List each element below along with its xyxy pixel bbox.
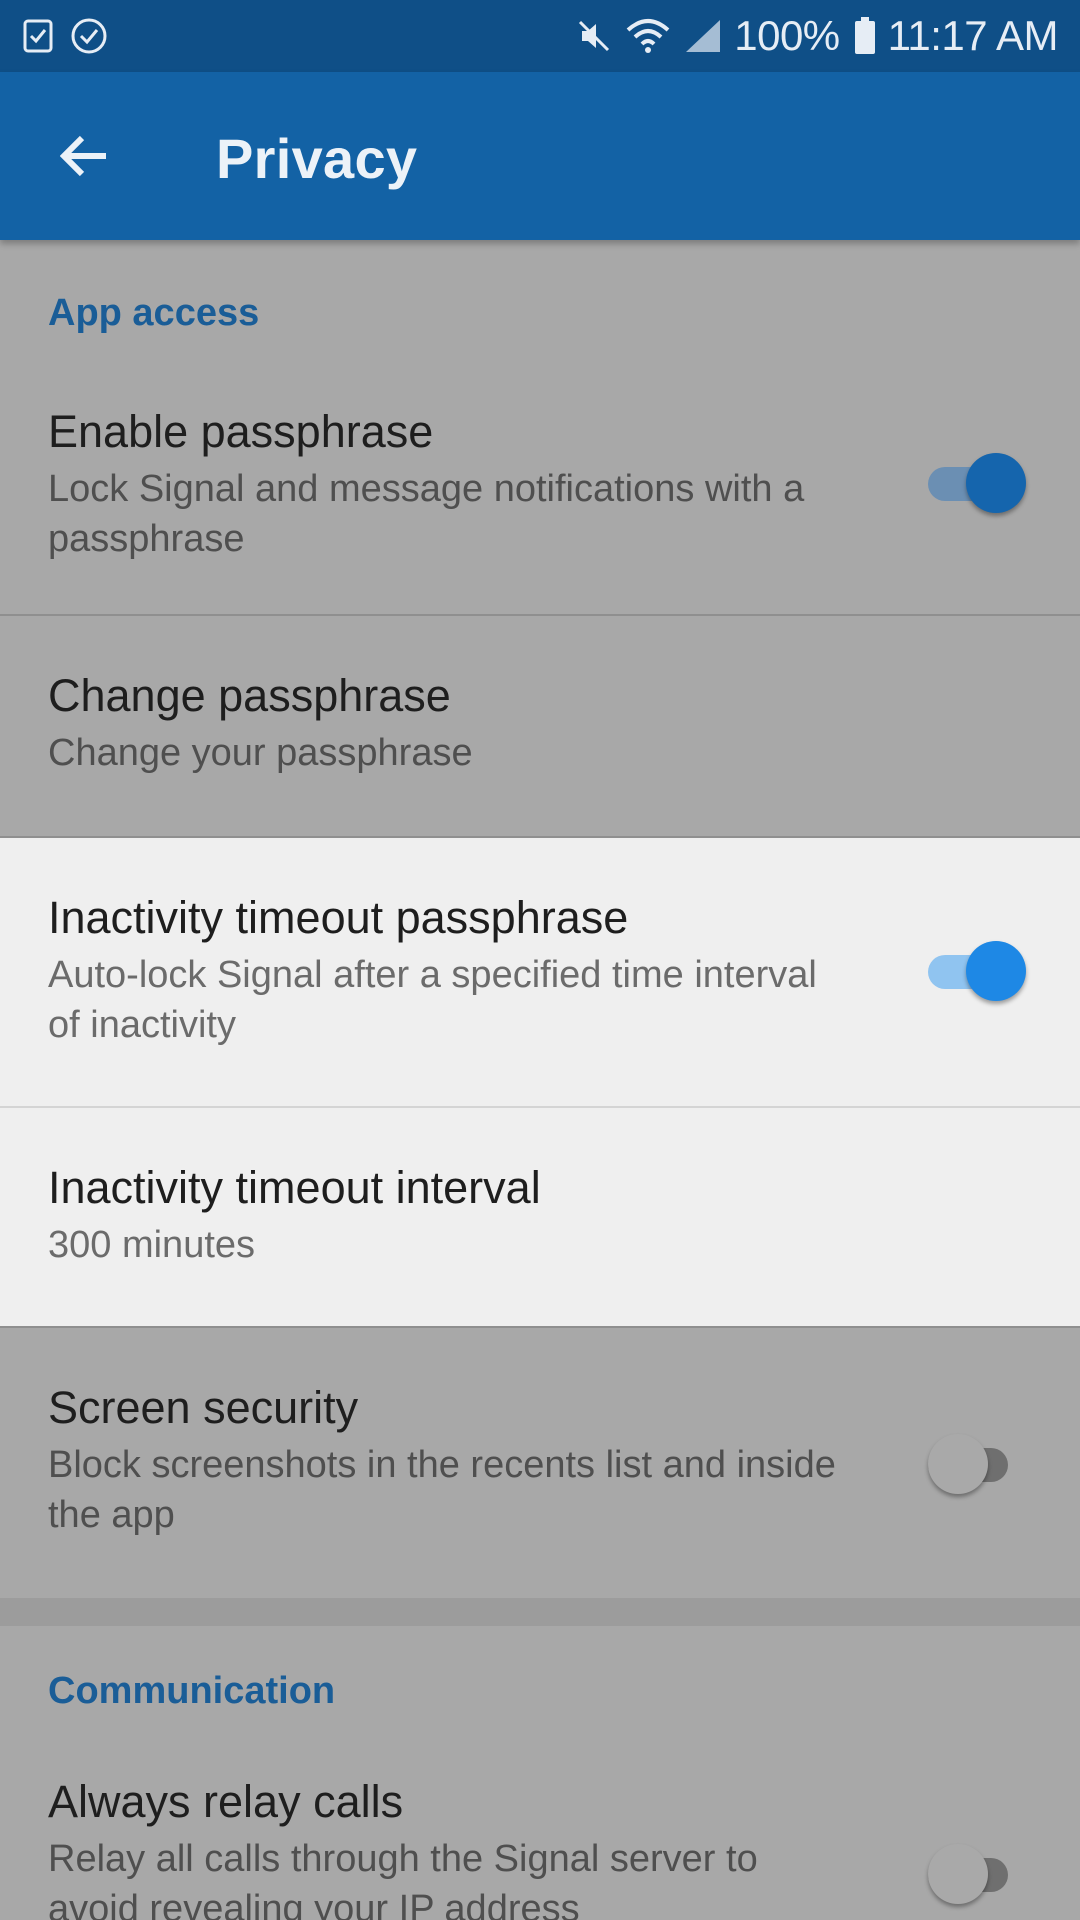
battery-icon xyxy=(854,17,875,54)
toggle-thumb xyxy=(928,1844,988,1904)
status-bar-left xyxy=(22,17,124,55)
settings-list: App access Enable passphrase Lock Signal… xyxy=(0,240,1080,1920)
setting-inactivity-timeout-passphrase[interactable]: Inactivity timeout passphrase Auto-lock … xyxy=(0,838,1080,1106)
setting-screen-security[interactable]: Screen security Block screenshots in the… xyxy=(0,1328,1080,1598)
setting-title: Change passphrase xyxy=(48,670,451,721)
setting-title: Always relay calls xyxy=(48,1776,404,1827)
setting-summary: Block screenshots in the recents list an… xyxy=(48,1444,836,1536)
checklist-icon xyxy=(23,19,53,53)
wifi-icon xyxy=(626,19,670,53)
toggle-thumb xyxy=(928,1434,988,1494)
section-header-communication: Communication xyxy=(48,1670,336,1712)
check-circle-icon xyxy=(71,18,107,54)
toggle-thumb xyxy=(966,453,1026,513)
back-button[interactable] xyxy=(52,124,116,188)
inactivity-timeout-passphrase-toggle[interactable] xyxy=(928,941,1026,1001)
setting-title: Inactivity timeout passphrase xyxy=(48,892,629,943)
setting-inactivity-timeout-interval[interactable]: Inactivity timeout interval 300 minutes xyxy=(0,1108,1080,1326)
setting-title: Screen security xyxy=(48,1382,359,1433)
app-bar: Privacy xyxy=(0,72,1080,240)
section-divider xyxy=(0,1598,1080,1626)
setting-summary: Relay all calls through the Signal serve… xyxy=(48,1838,758,1920)
status-bar-right: 100% 11:17 AM xyxy=(562,12,1059,60)
section-header-app-access: App access xyxy=(48,292,260,334)
arrow-back-icon xyxy=(60,135,106,177)
signal-icon xyxy=(686,20,721,52)
setting-summary: Auto-lock Signal after a specified time … xyxy=(48,954,817,1046)
always-relay-calls-toggle[interactable] xyxy=(928,1844,1024,1904)
setting-title: Inactivity timeout interval xyxy=(48,1162,541,1213)
setting-summary: Change your passphrase xyxy=(48,732,473,774)
setting-change-passphrase[interactable]: Change passphrase Change your passphrase xyxy=(0,616,1080,836)
setting-always-relay-calls[interactable]: Always relay calls Relay all calls throu… xyxy=(0,1766,1080,1920)
setting-summary: Lock Signal and message notifications wi… xyxy=(48,468,805,560)
mute-icon xyxy=(579,20,610,52)
setting-summary: 300 minutes xyxy=(48,1224,256,1266)
setting-enable-passphrase[interactable]: Enable passphrase Lock Signal and messag… xyxy=(0,400,1080,614)
screen-security-toggle[interactable] xyxy=(928,1434,1024,1494)
setting-title: Enable passphrase xyxy=(48,406,434,457)
enable-passphrase-toggle[interactable] xyxy=(928,453,1026,513)
toggle-thumb xyxy=(966,941,1026,1001)
status-bar: 100% 11:17 AM xyxy=(0,0,1080,72)
page-title: Privacy xyxy=(216,127,418,190)
battery-percent: 100% xyxy=(734,12,840,59)
clock: 11:17 AM xyxy=(887,12,1059,59)
